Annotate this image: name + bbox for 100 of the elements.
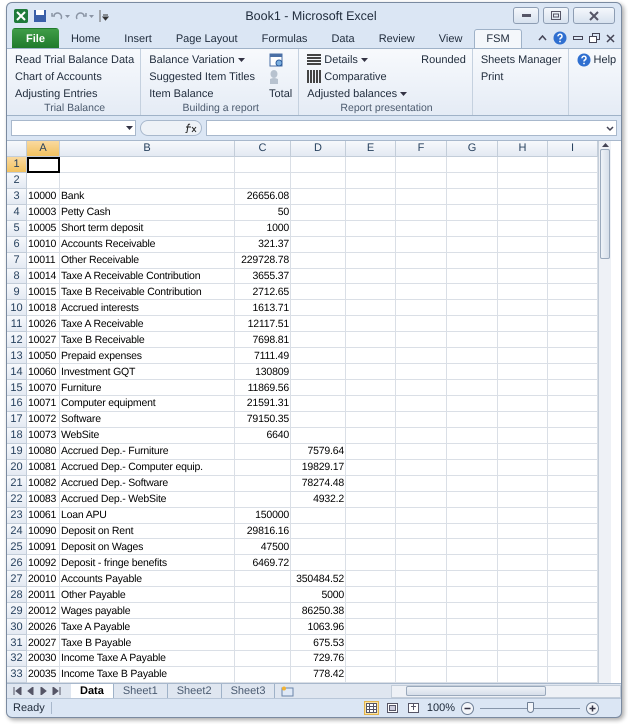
view-button[interactable] <box>384 701 400 715</box>
scroll-up-icon[interactable] <box>602 143 608 147</box>
row-header[interactable]: 5 <box>7 220 27 237</box>
save-icon[interactable] <box>33 8 47 22</box>
column-header[interactable]: B <box>60 141 235 157</box>
ribbon-command[interactable]: Details <box>305 51 410 68</box>
ribbon-command[interactable]: Read Trial Balance Data <box>13 51 136 68</box>
table-cell <box>346 236 396 253</box>
sheet-tab[interactable]: Sheet3 <box>222 684 276 698</box>
row-header[interactable]: 33 <box>7 666 27 683</box>
row-header[interactable]: 21 <box>7 476 27 492</box>
row-header[interactable]: 3 <box>7 188 27 205</box>
ribbon-command[interactable]: Suggested Item Titles <box>147 68 258 85</box>
slider-thumb[interactable] <box>527 702 534 713</box>
zoom-level[interactable]: 100% <box>426 702 455 714</box>
row-header[interactable]: 24 <box>7 524 27 540</box>
sheet-tab[interactable]: Data <box>71 684 114 698</box>
zoom-in-icon[interactable] <box>586 702 599 714</box>
zoom-out-icon[interactable] <box>461 702 474 714</box>
row-header[interactable]: 20 <box>7 460 27 476</box>
row-header[interactable]: 29 <box>7 603 27 620</box>
sheet-tab[interactable]: Sheet2 <box>168 684 222 698</box>
column-header[interactable]: A <box>27 141 60 157</box>
vertical-scrollbar[interactable] <box>598 141 611 683</box>
row-header[interactable]: 1 <box>7 156 27 173</box>
row-header[interactable]: 31 <box>7 635 27 651</box>
column-header[interactable]: I <box>548 141 598 157</box>
restore-icon[interactable] <box>589 33 600 43</box>
insert-function-button[interactable] <box>140 120 202 136</box>
row-header[interactable]: 23 <box>7 508 27 524</box>
row-header[interactable]: 14 <box>7 364 27 380</box>
table-cell <box>396 571 447 588</box>
ribbon-command[interactable]: Rounded <box>419 51 468 68</box>
column-header[interactable]: D <box>291 141 346 157</box>
close-button[interactable] <box>573 7 615 24</box>
column-header[interactable]: F <box>396 141 447 157</box>
view-button[interactable] <box>406 701 421 715</box>
ribbon-tab[interactable]: View <box>426 29 474 48</box>
ribbon-tab[interactable]: Home <box>58 29 112 48</box>
minimize-button[interactable] <box>513 7 539 24</box>
minimize-icon[interactable] <box>573 36 583 40</box>
row-header[interactable]: 15 <box>7 380 27 396</box>
row-header[interactable]: 18 <box>7 428 27 444</box>
view-button[interactable] <box>364 701 379 715</box>
row-header[interactable]: 30 <box>7 619 27 636</box>
row-header[interactable]: 32 <box>7 651 27 667</box>
row-header[interactable]: 28 <box>7 587 27 604</box>
row-header[interactable]: 25 <box>7 539 27 556</box>
row-header[interactable]: 4 <box>7 204 27 221</box>
row-header[interactable]: 13 <box>7 348 27 364</box>
scrollbar-thumb[interactable] <box>406 686 546 696</box>
table-cell <box>396 316 447 332</box>
row-header[interactable]: 9 <box>7 284 27 300</box>
row-header[interactable]: 12 <box>7 332 27 348</box>
horizontal-scrollbar[interactable] <box>391 684 621 698</box>
row-header[interactable]: 7 <box>7 252 27 268</box>
ribbon-command[interactable]: Chart of Accounts <box>13 68 136 85</box>
row-header[interactable]: 8 <box>7 268 27 284</box>
ribbon-tab[interactable]: Review <box>366 29 427 48</box>
column-header[interactable]: G <box>447 141 498 157</box>
ribbon-command[interactable]: Total <box>267 85 294 102</box>
table-cell <box>396 651 447 667</box>
ribbon-command[interactable]: Balance Variation <box>147 51 258 68</box>
column-header[interactable]: E <box>346 141 396 157</box>
close-icon[interactable] <box>606 34 615 42</box>
ribbon-command[interactable]: Adjusting Entries <box>13 85 136 102</box>
row-header[interactable]: 10 <box>7 300 27 316</box>
table-cell <box>396 539 447 556</box>
customize-toolbar-icon[interactable] <box>99 10 109 22</box>
row-header[interactable]: 19 <box>7 444 27 460</box>
sheet-tab[interactable]: Sheet1 <box>114 684 168 698</box>
row-header[interactable]: 16 <box>7 396 27 412</box>
restore-button[interactable] <box>543 7 569 24</box>
row-header[interactable]: 11 <box>7 316 27 332</box>
ribbon-tab[interactable]: Data <box>319 29 367 48</box>
insert-sheet-icon[interactable] <box>281 686 296 696</box>
ribbon-command[interactable]: Print <box>478 68 564 85</box>
ribbon-command[interactable]: Item Balance <box>147 85 258 102</box>
row-header[interactable]: 22 <box>7 492 27 508</box>
ribbon-command[interactable]: Comparative <box>305 68 410 85</box>
ribbon-command[interactable]: Sheets Manager <box>478 51 564 68</box>
table-cell <box>291 380 346 396</box>
ribbon-tab[interactable]: FSM <box>474 29 522 48</box>
row-header[interactable]: 26 <box>7 555 27 572</box>
row-header[interactable]: 2 <box>7 172 27 189</box>
active-cell[interactable] <box>27 156 60 173</box>
ribbon-command[interactable]: Help <box>574 51 618 68</box>
ribbon-tab[interactable]: Page Layout <box>164 29 250 48</box>
column-header[interactable]: H <box>498 141 548 157</box>
ribbon-command[interactable]: Adjusted balances <box>305 85 410 102</box>
scrollbar-thumb[interactable] <box>600 149 610 259</box>
row-header[interactable]: 6 <box>7 236 27 253</box>
row-header[interactable]: 17 <box>7 412 27 428</box>
zoom-slider[interactable] <box>480 701 580 715</box>
ribbon-tab[interactable]: Insert <box>112 29 164 48</box>
collapse-ribbon-icon[interactable] <box>538 35 547 41</box>
ribbon-tab[interactable]: File <box>12 28 59 48</box>
row-header[interactable]: 27 <box>7 571 27 588</box>
ribbon-tab[interactable]: Formulas <box>250 29 320 48</box>
column-header[interactable]: C <box>235 141 291 157</box>
